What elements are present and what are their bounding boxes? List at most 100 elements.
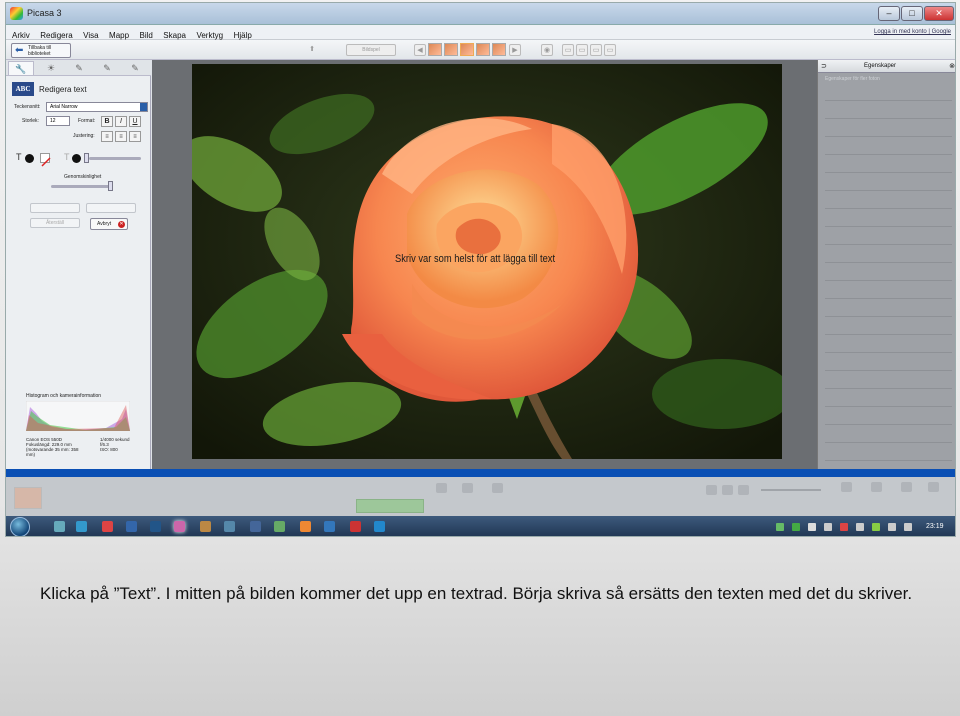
- underline-button[interactable]: U: [129, 116, 141, 127]
- tab-tuning[interactable]: ☀: [38, 61, 64, 75]
- menu-bild[interactable]: Bild: [134, 28, 153, 40]
- menu-hjalp[interactable]: Hjälp: [228, 28, 252, 40]
- taskbar-app-icon[interactable]: [102, 521, 113, 532]
- taskbar-app-icon[interactable]: [274, 521, 285, 532]
- google-login-link[interactable]: Logga in med konto | Google: [874, 29, 951, 35]
- menu-skapa[interactable]: Skapa: [157, 28, 186, 40]
- text-color-swatch[interactable]: [25, 154, 34, 163]
- tray-icon[interactable]: [888, 523, 896, 531]
- volume-icon[interactable]: [904, 523, 912, 531]
- property-row: [825, 220, 952, 227]
- font-value: Arial Narrow: [50, 104, 78, 110]
- print-icon[interactable]: [462, 483, 473, 493]
- italic-button[interactable]: I: [115, 116, 127, 127]
- tray-icon[interactable]: [840, 523, 848, 531]
- previous-icon[interactable]: ◀: [414, 44, 426, 56]
- tray-thumbnail[interactable]: [14, 487, 42, 509]
- size-select[interactable]: 12: [46, 116, 70, 126]
- info-icon[interactable]: [901, 482, 912, 492]
- taskbar-app-icon[interactable]: [300, 521, 311, 532]
- location-icon[interactable]: [928, 482, 939, 492]
- menu-mapp[interactable]: Mapp: [103, 28, 129, 40]
- size-label: Storlek:: [22, 118, 39, 124]
- close-button[interactable]: ✕: [924, 6, 954, 21]
- taskbar-app-icon[interactable]: [200, 521, 211, 532]
- text-overlay-placeholder[interactable]: Skriv var som helst för att lägga till t…: [395, 253, 555, 265]
- person-icon[interactable]: [841, 482, 852, 492]
- tray-icon[interactable]: [856, 523, 864, 531]
- taskbar-app-icon[interactable]: [324, 521, 335, 532]
- font-select[interactable]: Arial Narrow: [46, 102, 148, 112]
- view-icon[interactable]: ▭: [576, 44, 588, 56]
- taskbar-app-icon[interactable]: [250, 521, 261, 532]
- view-icon[interactable]: [722, 485, 733, 495]
- tag-icon[interactable]: [871, 482, 882, 492]
- transparency-slider-thumb[interactable]: [108, 181, 113, 191]
- upload-button[interactable]: [356, 499, 424, 513]
- taskbar-app-icon[interactable]: [126, 521, 137, 532]
- email-icon[interactable]: [436, 483, 447, 493]
- rose-photo[interactable]: Skriv var som helst för att lägga till t…: [192, 64, 782, 459]
- slideshow-button[interactable]: Bildspel: [346, 44, 396, 56]
- filmstrip-thumb-selected[interactable]: [460, 43, 474, 56]
- view-icon[interactable]: ▭: [590, 44, 602, 56]
- filmstrip-thumb[interactable]: [492, 43, 506, 56]
- next-icon[interactable]: ▶: [509, 44, 521, 56]
- filmstrip-thumb[interactable]: [444, 43, 458, 56]
- outline-width-slider[interactable]: [89, 157, 141, 160]
- view-icon[interactable]: [706, 485, 717, 495]
- cancel-button[interactable]: Avbryt ✕: [90, 218, 128, 230]
- taskbar-app-icon[interactable]: [54, 521, 65, 532]
- tray-icon[interactable]: [808, 523, 816, 531]
- menu-visa[interactable]: Visa: [77, 28, 98, 40]
- taskbar-app-icon[interactable]: [374, 521, 385, 532]
- taskbar-app-icon[interactable]: [224, 521, 235, 532]
- outline-color-label: T: [64, 152, 70, 162]
- export-icon[interactable]: [492, 483, 503, 493]
- no-outline-icon[interactable]: [40, 153, 51, 167]
- view-icon[interactable]: ▭: [604, 44, 616, 56]
- minimize-button[interactable]: –: [878, 6, 900, 21]
- tab-effects-3[interactable]: ✎: [122, 61, 148, 75]
- tab-effects-2[interactable]: ✎: [94, 61, 120, 75]
- align-center-button[interactable]: ≡: [115, 131, 127, 142]
- menu-verktyg[interactable]: Verktyg: [190, 28, 223, 40]
- filmstrip-thumb[interactable]: [428, 43, 442, 56]
- taskbar-app-icon[interactable]: [150, 521, 161, 532]
- outline-width-slider-thumb[interactable]: [84, 153, 89, 163]
- property-row: [825, 166, 952, 173]
- filmstrip-thumb[interactable]: [476, 43, 490, 56]
- back-to-library-label: Tillbaka till biblioteket: [28, 45, 52, 57]
- clock[interactable]: 23:19: [926, 523, 944, 530]
- tray-icon[interactable]: [872, 523, 880, 531]
- taskbar-picasa-icon[interactable]: [174, 521, 185, 532]
- menu-arkiv[interactable]: Arkiv: [6, 28, 30, 40]
- view-icon[interactable]: [738, 485, 749, 495]
- tab-effects[interactable]: ✎: [66, 61, 92, 75]
- tray-icon[interactable]: [792, 523, 800, 531]
- upload-icon[interactable]: ⬆: [306, 44, 318, 56]
- camera-info: Canon EOS 550D Fokuslängd: 229.0 mm (mot…: [26, 437, 86, 457]
- tab-basic-fixes[interactable]: 🔧: [8, 61, 34, 75]
- taskbar-app-icon[interactable]: [76, 521, 87, 532]
- close-icon[interactable]: ⊗: [949, 62, 955, 70]
- menu-redigera[interactable]: Redigera: [34, 28, 72, 40]
- tray-icon[interactable]: [824, 523, 832, 531]
- maximize-button[interactable]: □: [901, 6, 923, 21]
- back-to-library-button[interactable]: ⬅ Tillbaka till biblioteket: [11, 43, 71, 58]
- align-left-button[interactable]: ≡: [101, 131, 113, 142]
- outline-color-swatch[interactable]: [72, 154, 81, 163]
- transparency-slider[interactable]: [51, 185, 113, 188]
- transparency-label: Genomskinlighet: [64, 174, 102, 180]
- chevron-down-icon: [140, 103, 147, 111]
- align-right-button[interactable]: ≡: [129, 131, 141, 142]
- property-row: [825, 310, 952, 317]
- tray-icon[interactable]: [776, 523, 784, 531]
- bold-button[interactable]: B: [101, 116, 113, 127]
- zoom-slider[interactable]: [761, 489, 821, 491]
- rotate-icon[interactable]: ◉: [541, 44, 553, 56]
- start-button[interactable]: [10, 517, 30, 536]
- view-icon[interactable]: ▭: [562, 44, 574, 56]
- taskbar-app-icon[interactable]: [350, 521, 361, 532]
- property-row: [825, 112, 952, 119]
